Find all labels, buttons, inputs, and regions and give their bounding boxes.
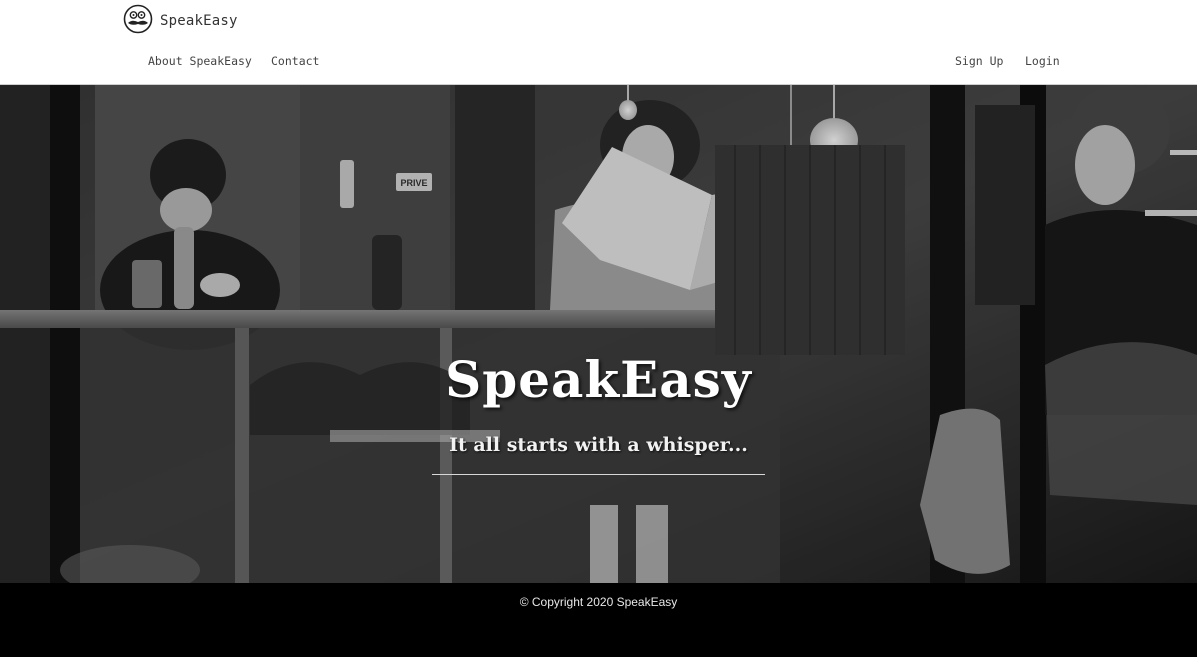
footer: © Copyright 2020 SpeakEasy [0, 583, 1197, 657]
navbar: SpeakEasy About SpeakEasy Contact Sign U… [0, 0, 1197, 85]
nav-link-contact[interactable]: Contact [271, 54, 319, 68]
copyright-text: © Copyright 2020 SpeakEasy [519, 595, 678, 609]
hero-tagline: It all starts with a whisper... [449, 434, 748, 456]
nav-link-about[interactable]: About SpeakEasy [148, 54, 252, 68]
brand-link[interactable]: SpeakEasy [122, 4, 238, 38]
brand-name: SpeakEasy [160, 13, 238, 29]
nav-link-sign-up[interactable]: Sign Up [955, 54, 1003, 68]
nav-link-login[interactable]: Login [1025, 54, 1060, 68]
mustache-face-icon [122, 4, 154, 38]
hero-background-photo: PRIVE [0, 85, 1197, 583]
hero-title: SpeakEasy [445, 350, 752, 409]
hero-section: PRIVE SpeakEasy It all starts with a whi… [0, 85, 1197, 583]
hero-divider [432, 474, 765, 475]
